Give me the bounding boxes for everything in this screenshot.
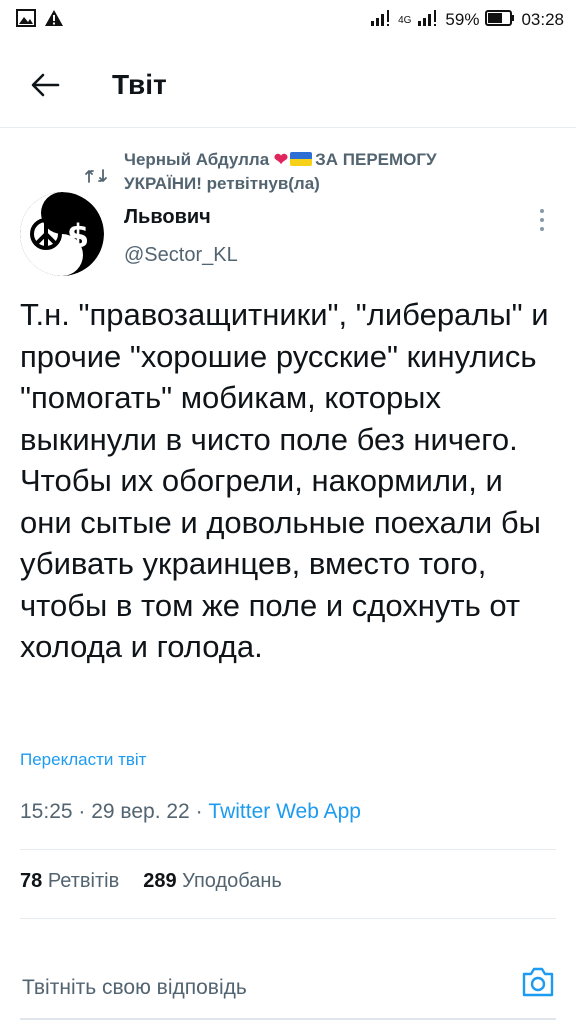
gallery-icon: [16, 8, 36, 32]
more-vertical-icon: [540, 209, 544, 231]
warning-icon: [44, 9, 64, 32]
svg-text:$: $: [67, 217, 89, 255]
retweets-stat[interactable]: 78 Ретвітів: [20, 870, 119, 893]
network-type-label: 4G: [398, 14, 412, 26]
likes-label: Уподобань: [182, 870, 282, 892]
camera-button[interactable]: [520, 966, 556, 998]
tweet-client-link[interactable]: Twitter Web App: [208, 800, 361, 823]
tweet-text: Т.н. "правозащитники", "либералы" и проч…: [20, 297, 549, 664]
retweet-context[interactable]: Черный Абдулла ❤ ЗА ПЕРЕМОГУ УКРАЇНИ! рет…: [84, 148, 504, 196]
page-title: Твіт: [112, 69, 167, 100]
author-name[interactable]: Львович: [124, 206, 211, 229]
retweet-icon: [85, 169, 107, 183]
retweet-label: Черный Абдулла ❤ ЗА ПЕРЕМОГУ УКРАЇНИ! рет…: [124, 148, 504, 196]
signal-icon: [370, 9, 392, 31]
arrow-left-icon: [31, 73, 60, 97]
meta-separator: ·: [195, 800, 209, 823]
author-handle[interactable]: @Sector_KL: [124, 244, 238, 267]
heart-emoji-icon: ❤: [273, 150, 289, 169]
divider: [20, 918, 556, 919]
translate-tweet-link[interactable]: Перекласти твіт: [20, 750, 146, 770]
reply-underline: [20, 1018, 556, 1020]
likes-stat[interactable]: 289 Уподобань: [143, 870, 282, 893]
tweet-stats: 78 Ретвітів 289 Уподобань: [20, 870, 282, 893]
retweets-label: Ретвітів: [47, 870, 120, 892]
retweeter-name: Черный Абдулла: [124, 150, 270, 169]
signal-icon: [417, 9, 439, 31]
divider: [20, 849, 556, 850]
app-bar: Твіт: [0, 52, 576, 118]
battery-icon: [485, 9, 515, 31]
avatar[interactable]: $: [20, 192, 104, 276]
meta-separator: ·: [78, 800, 92, 823]
more-options-button[interactable]: [530, 206, 554, 234]
reply-input[interactable]: Твітніть свою відповідь: [22, 976, 247, 1000]
status-bar: 4G 59% 03:28: [0, 0, 576, 40]
clock: 03:28: [521, 10, 564, 29]
likes-count: 289: [143, 870, 177, 892]
back-button[interactable]: [28, 68, 62, 102]
retweet-action: ретвітнув(ла): [206, 174, 320, 193]
tweet-time: 15:25: [20, 800, 73, 823]
tweet-meta: 15:25 · 29 вер. 22 · Twitter Web App: [20, 800, 361, 824]
camera-icon: [522, 967, 554, 997]
tweet-date: 29 вер. 22: [91, 800, 190, 823]
retweets-count: 78: [20, 870, 43, 892]
header-divider: [0, 127, 576, 128]
ukraine-flag-icon: [290, 152, 313, 166]
battery-level: 59%: [445, 10, 480, 29]
